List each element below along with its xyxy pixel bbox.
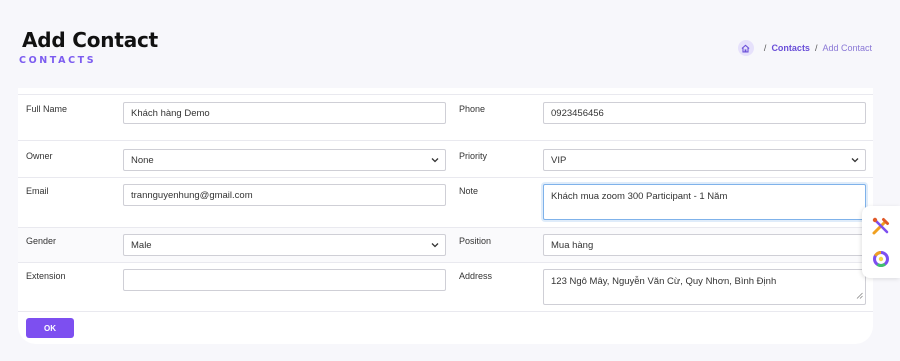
full-name-input[interactable]: Khách hàng Demo [123, 102, 446, 124]
address-textarea[interactable]: 123 Ngô Mây, Nguyễn Văn Cừ, Quy Nhơn, Bì… [543, 269, 866, 305]
ok-button[interactable]: OK [26, 318, 74, 338]
gender-label: Gender [26, 236, 57, 246]
tools-icon[interactable] [869, 214, 893, 238]
extension-label: Extension [26, 271, 66, 281]
breadcrumb: / Contacts / Add Contact [737, 40, 872, 56]
owner-select-value: None [131, 154, 154, 166]
form-row: Gender Male Position Mua hàng [18, 227, 873, 262]
form-row: Owner None Priority VIP [18, 140, 873, 177]
priority-select[interactable]: VIP [543, 149, 866, 171]
gender-select-value: Male [131, 239, 152, 251]
form-row: Full Name Khách hàng Demo Phone 09234564… [18, 94, 873, 140]
contact-form-card: Full Name Khách hàng Demo Phone 09234564… [18, 88, 873, 344]
full-name-label: Full Name [26, 104, 68, 114]
page: Add Contact CONTACTS / Contacts / Add Co… [0, 0, 900, 361]
email-label: Email [26, 186, 49, 196]
address-text: 123 Ngô Mây, Nguyễn Văn Cừ, Quy Nhơn, Bì… [551, 276, 777, 287]
breadcrumb-separator: / [814, 43, 818, 53]
priority-label: Priority [459, 151, 488, 161]
breadcrumb-current: Add Contact [822, 43, 872, 53]
phone-input[interactable]: 0923456456 [543, 102, 866, 124]
form-actions-row [18, 311, 873, 344]
extension-input[interactable] [123, 269, 446, 291]
refresh-ring-icon[interactable] [869, 247, 893, 271]
chevron-down-icon [431, 157, 439, 163]
side-tools-panel [862, 206, 900, 278]
page-subtitle: CONTACTS [19, 55, 97, 66]
gender-select[interactable]: Male [123, 234, 446, 256]
owner-label: Owner [26, 151, 53, 161]
position-label: Position [459, 236, 492, 246]
address-label: Address [459, 271, 493, 281]
page-title: Add Contact [22, 28, 159, 52]
note-label: Note [459, 186, 479, 196]
position-input[interactable]: Mua hàng [543, 234, 866, 256]
form-row: Extension Address 123 Ngô Mây, Nguyễn Vă… [18, 262, 873, 311]
home-icon[interactable] [737, 40, 754, 56]
chevron-down-icon [431, 242, 439, 248]
form-row: Email trannguyenhung@gmail.com Note Khác… [18, 177, 873, 227]
chevron-down-icon [851, 157, 859, 163]
email-input[interactable]: trannguyenhung@gmail.com [123, 184, 446, 206]
note-textarea[interactable]: Khách mua zoom 300 Participant - 1 Năm [543, 184, 866, 220]
resize-handle-icon[interactable] [856, 291, 863, 302]
owner-select[interactable]: None [123, 149, 446, 171]
priority-select-value: VIP [551, 154, 567, 166]
phone-label: Phone [459, 104, 486, 114]
breadcrumb-separator: / [763, 43, 767, 53]
breadcrumb-contacts[interactable]: Contacts [771, 43, 810, 53]
